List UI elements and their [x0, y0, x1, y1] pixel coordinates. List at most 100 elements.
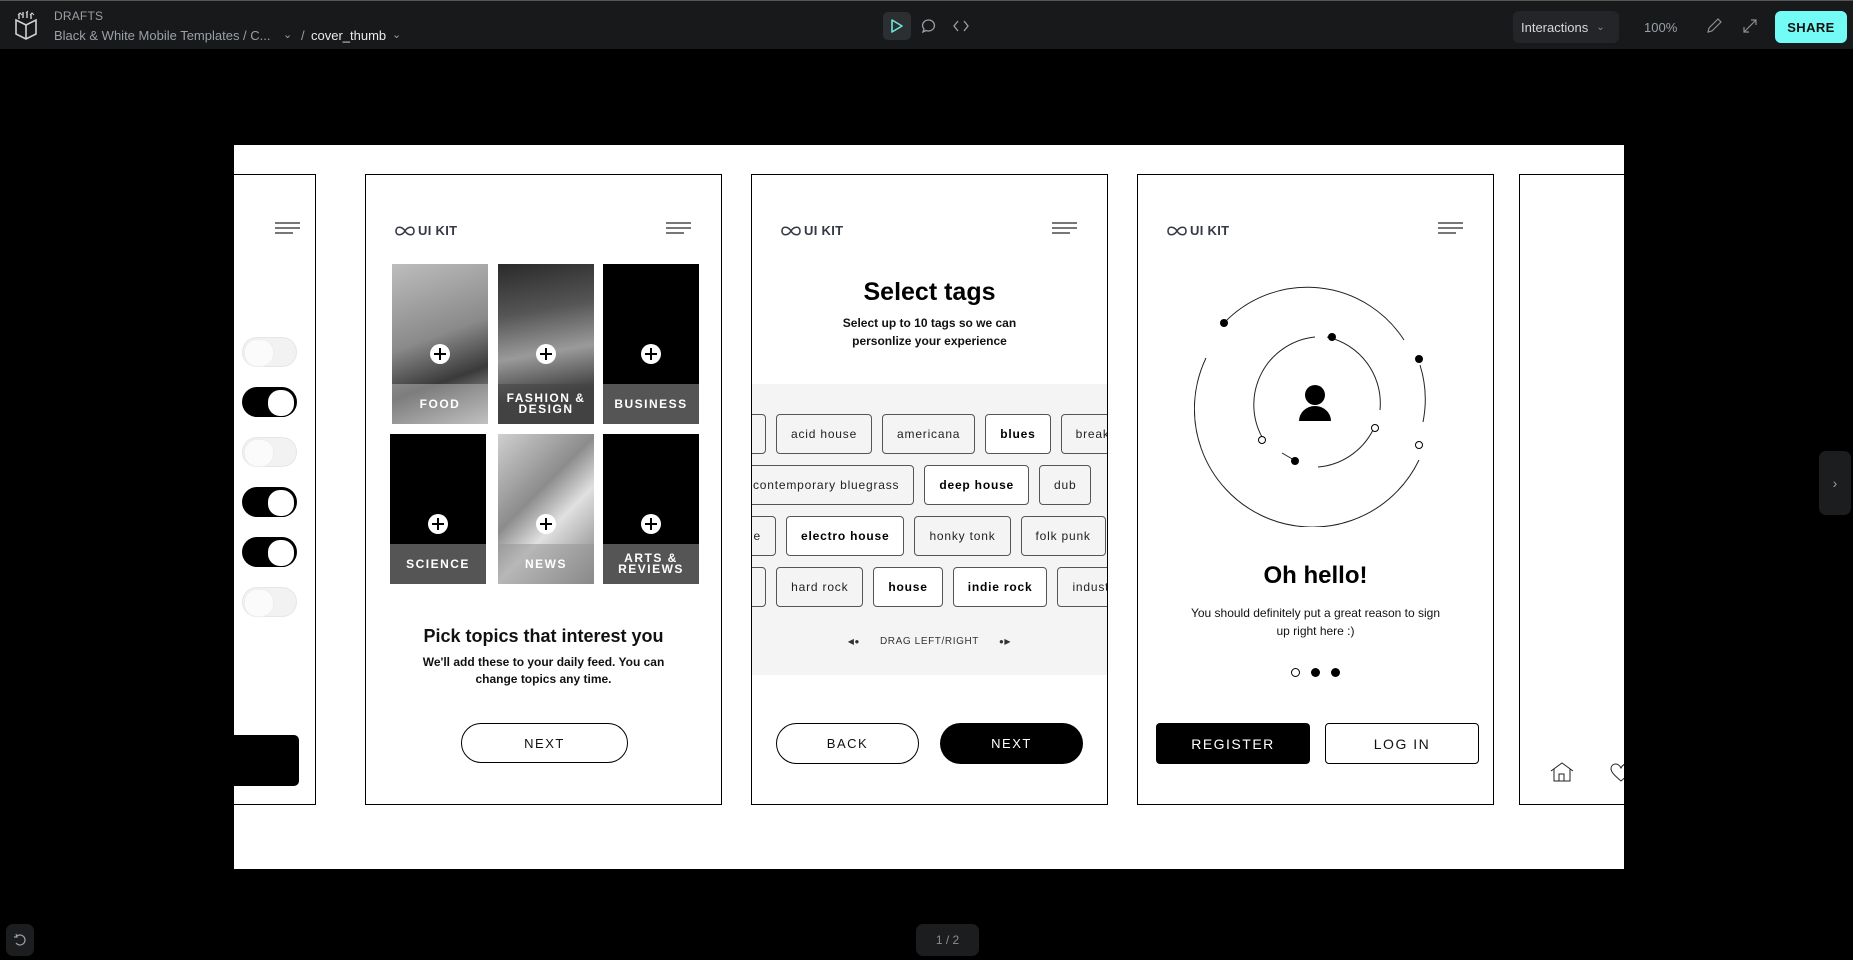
add-circle-icon — [641, 344, 661, 364]
fullscreen-expand-icon[interactable] — [1740, 16, 1760, 36]
next-button[interactable]: NEXT — [461, 723, 628, 763]
tag-chip[interactable]: dub — [1039, 465, 1092, 505]
current-page-name[interactable]: cover_thumb — [311, 28, 386, 43]
tag-row: grime electro househonky tonkfolk punk — [752, 516, 1106, 556]
uikit-logo-text: UI KIT — [418, 223, 458, 238]
topic-label: ARTS & REVIEWS — [603, 544, 699, 584]
drag-right-icon: ●▶ — [999, 637, 1012, 646]
hamburger-menu-icon[interactable] — [666, 222, 691, 236]
topic-label: SCIENCE — [390, 544, 486, 584]
tag-chip[interactable]: acid house — [776, 414, 873, 454]
tag-chip[interactable] — [752, 414, 766, 454]
tag-chip[interactable]: contemporary bluegrass — [752, 465, 915, 505]
share-button[interactable]: SHARE — [1775, 11, 1847, 43]
edit-pencil-icon[interactable] — [1704, 16, 1724, 36]
infinity-logo-icon — [781, 225, 801, 236]
home-icon[interactable] — [1550, 761, 1574, 783]
orbit-illustration — [1194, 286, 1426, 527]
topic-tile-arts-reviews[interactable]: ARTS & REVIEWS — [603, 434, 699, 584]
hamburger-menu-icon[interactable] — [1052, 222, 1077, 236]
screen-pick-topics: UI KIT FOOD FASHION & DESIGN BUSINESS SC… — [365, 174, 722, 805]
restart-button[interactable] — [6, 924, 34, 956]
tag-chip[interactable]: indie rock — [952, 567, 1048, 607]
drag-left-icon: ◀● — [847, 637, 860, 646]
code-button[interactable] — [947, 12, 975, 40]
drafts-label[interactable]: DRAFTS — [54, 9, 103, 23]
next-button[interactable]: NEXT — [940, 723, 1083, 764]
app-logo-icon[interactable] — [14, 10, 38, 40]
next-frame-button[interactable]: › — [1819, 451, 1851, 515]
tag-chip[interactable]: electro house — [786, 516, 905, 556]
infinity-logo-icon — [1167, 225, 1187, 236]
interactions-label: Interactions — [1521, 19, 1589, 35]
comment-button[interactable] — [915, 12, 943, 40]
screen-home-partial — [1519, 174, 1624, 805]
tag-chip[interactable]: house — [873, 567, 943, 607]
orbit-node — [1220, 319, 1228, 327]
tag-chip[interactable]: hard rock — [776, 567, 864, 607]
welcome-subtitle: You should definitely put a great reason… — [1190, 606, 1441, 638]
restart-icon — [14, 933, 26, 946]
topic-label: NEWS — [498, 544, 594, 584]
tag-chip[interactable]: grime — [752, 516, 777, 556]
login-button[interactable]: LOG IN — [1325, 723, 1479, 764]
pagination-dot[interactable] — [1311, 668, 1320, 677]
topic-tile-science[interactable]: SCIENCE — [390, 434, 486, 584]
uikit-logo-text: UI KIT — [804, 223, 844, 238]
topics-subtitle: We'll add these to your daily feed. You … — [422, 655, 665, 686]
zoom-level[interactable]: 100% — [1644, 20, 1677, 35]
tag-chip[interactable]: deep house — [924, 465, 1030, 505]
page-chevron-down-icon[interactable]: ⌄ — [392, 28, 401, 41]
orbit-node — [1258, 436, 1266, 444]
toggle-switch[interactable] — [242, 387, 297, 417]
add-circle-icon — [428, 514, 448, 534]
tag-chip[interactable]: blues — [985, 414, 1051, 454]
project-breadcrumb[interactable]: Black & White Mobile Templates / C... — [54, 28, 271, 43]
toggle-switch[interactable] — [242, 337, 297, 367]
hamburger-menu-icon[interactable] — [275, 222, 300, 236]
pagination-dots — [1138, 668, 1493, 677]
back-button[interactable]: BACK — [776, 723, 919, 764]
tag-chip[interactable]: grunge — [752, 567, 767, 607]
tag-chip[interactable]: industrial — [1057, 567, 1107, 607]
play-icon — [891, 19, 903, 33]
screen-welcome: UI KIT Oh hello! You should definitely p… — [1137, 174, 1494, 805]
topic-tile-fashion-design[interactable]: FASHION & DESIGN — [498, 264, 594, 424]
tag-chip[interactable]: honky tonk — [914, 516, 1011, 556]
page-indicator: 1 / 2 — [916, 924, 979, 956]
toggle-switch[interactable] — [242, 587, 297, 617]
project-chevron-down-icon[interactable]: ⌄ — [283, 28, 292, 41]
interactions-dropdown[interactable]: Interactions ⌄ — [1513, 11, 1619, 43]
toggle-switch[interactable] — [242, 537, 297, 567]
screen-settings-toggles — [234, 174, 316, 805]
topic-tile-business[interactable]: BUSINESS — [603, 264, 699, 424]
pagination-dot[interactable] — [1331, 668, 1340, 677]
tag-row: grunge hard rockhouseindie rockindustrial — [752, 567, 1107, 607]
pagination-dot[interactable] — [1291, 668, 1300, 677]
hamburger-menu-icon[interactable] — [1438, 222, 1463, 236]
breadcrumb-separator: / — [301, 28, 305, 43]
topics-title: Pick topics that interest you — [423, 626, 664, 646]
orbit-node — [1291, 457, 1299, 465]
tag-chip[interactable]: folk punk — [1020, 516, 1106, 556]
drag-hint-text: DRAG LEFT/RIGHT — [879, 636, 979, 647]
heart-icon[interactable] — [1610, 763, 1624, 783]
register-button[interactable]: REGISTER — [1156, 723, 1310, 764]
topic-tile-food[interactable]: FOOD — [392, 264, 488, 424]
tag-row: contemporary bluegrass deep house dub — [752, 465, 1092, 505]
prototype-canvas: UI KIT FOOD FASHION & DESIGN BUSINESS SC… — [234, 145, 1624, 869]
uikit-logo: UI KIT — [1167, 223, 1229, 238]
topic-tile-news[interactable]: NEWS — [498, 434, 594, 584]
play-button[interactable] — [883, 12, 911, 40]
comment-icon — [921, 19, 936, 34]
primary-action-button[interactable] — [234, 735, 299, 786]
infinity-logo-icon — [395, 225, 415, 236]
add-circle-icon — [536, 514, 556, 534]
tag-chip[interactable]: breakbeat — [1060, 414, 1107, 454]
add-circle-icon — [641, 514, 661, 534]
toggle-switch[interactable] — [242, 487, 297, 517]
toggle-switch[interactable] — [242, 437, 297, 467]
tag-chip[interactable]: americana — [882, 414, 976, 454]
tag-row: acid houseamericanabluesbreakbeat — [752, 414, 1107, 454]
tag-scroller[interactable]: acid houseamericanabluesbreakbeat contem… — [752, 384, 1107, 675]
